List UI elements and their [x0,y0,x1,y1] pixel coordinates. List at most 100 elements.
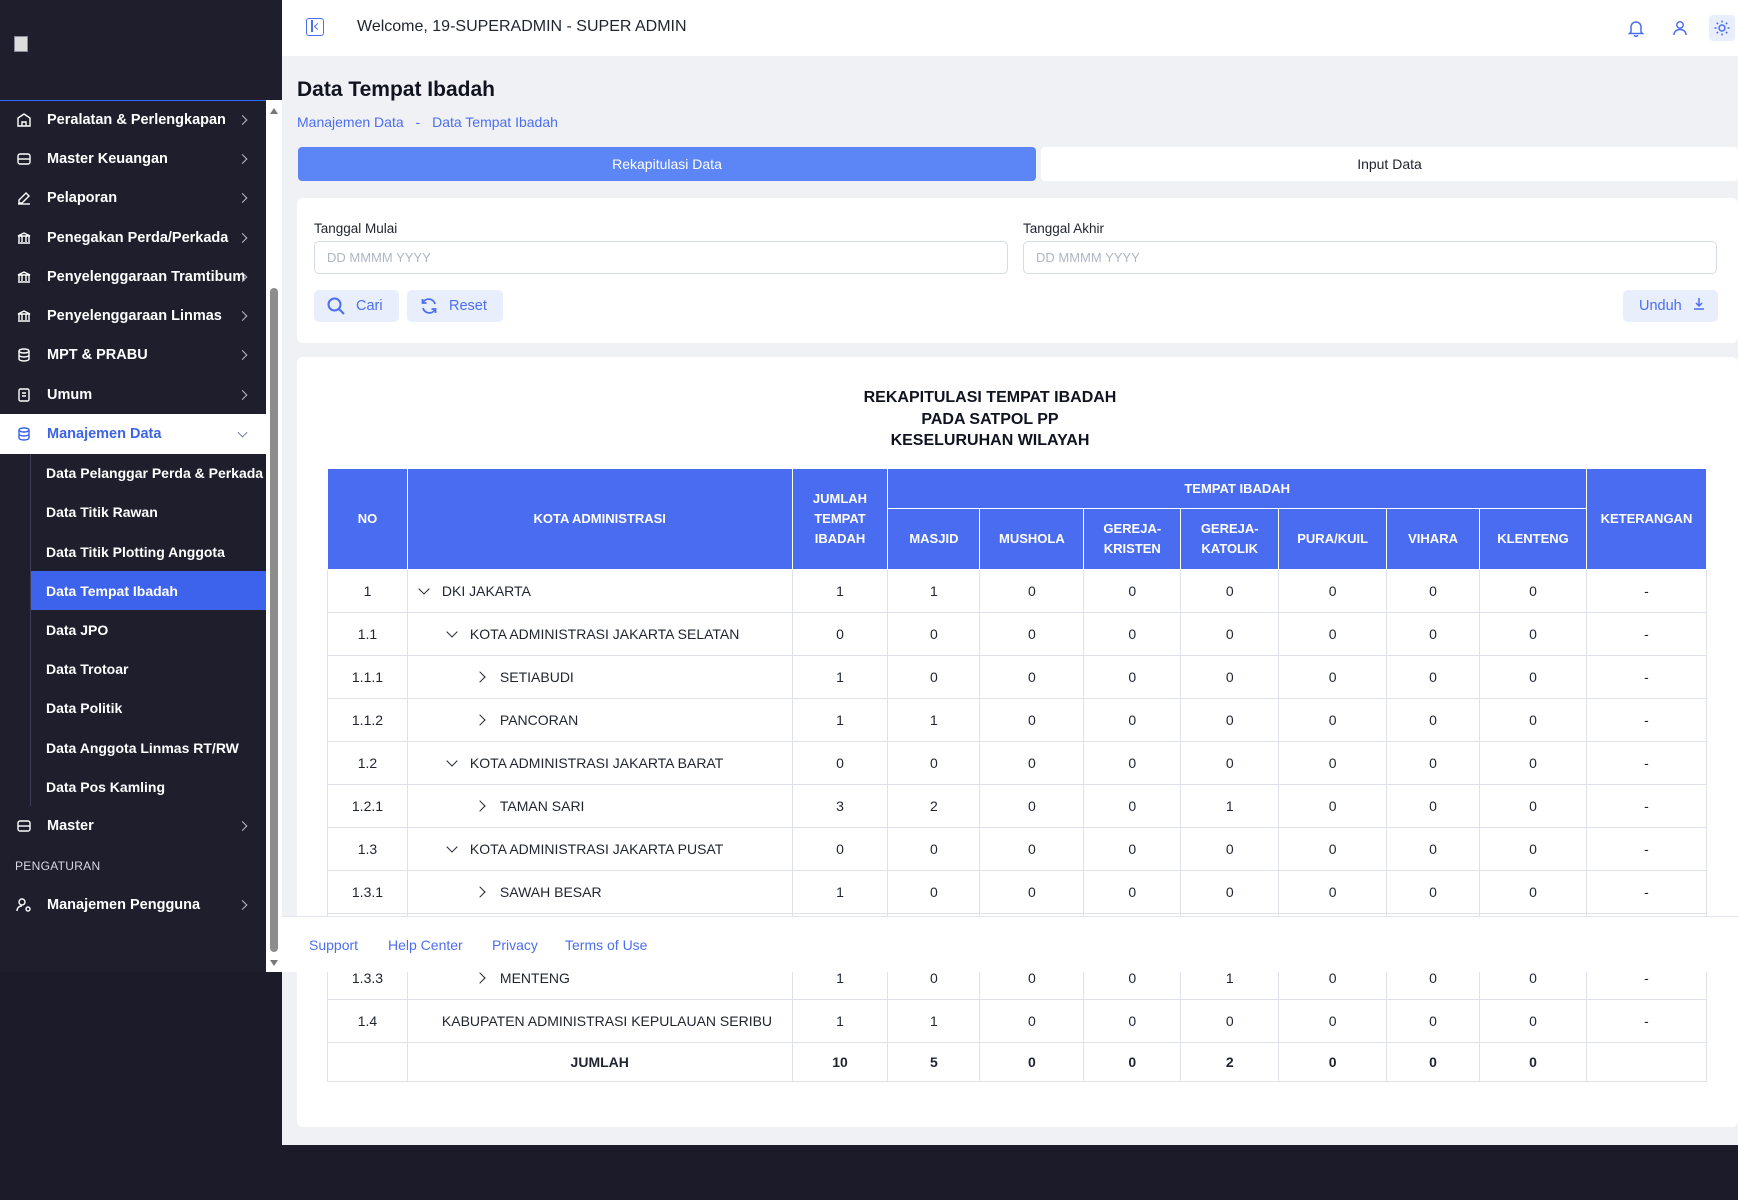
sidebar-item-label: Pelaporan [47,190,118,207]
scroll-down-arrow-icon[interactable] [270,960,278,966]
footer-link-support[interactable]: Support [309,937,358,953]
col-header-klenteng: KLENTENG [1479,508,1587,570]
tab-input-data[interactable]: Input Data [1041,147,1738,181]
sidebar-item-label: Master [47,818,94,834]
submenu-item[interactable]: Data Pelanggar Perda & Perkada [0,454,266,493]
chevron-right-icon[interactable] [474,886,486,898]
search-button[interactable]: Cari [314,290,399,322]
footer-link-terms[interactable]: Terms of Use [565,937,647,953]
submenu-item[interactable]: Data Titik Rawan [0,493,266,532]
chevron-right-icon[interactable] [474,714,486,726]
cell-kota: DKI JAKARTA [406,569,793,613]
cell-katolik: 0 [1180,698,1280,742]
cell-kota: KOTA ADMINISTRASI JAKARTA PUSAT [406,827,793,871]
chevron-right-icon [237,311,248,322]
building-icon [16,112,32,128]
scroll-thumb[interactable] [270,288,278,952]
cell-kota: PANCORAN [406,698,793,742]
cell-vihara: 0 [1386,612,1481,656]
download-icon [1692,297,1706,315]
submenu-item[interactable]: Data Titik Plotting Anggota [0,532,266,571]
header-line: GEREJA- [1200,521,1259,536]
chevron-down-icon[interactable] [446,626,458,638]
cell-katolik: 0 [1180,999,1280,1043]
chevron-down-icon[interactable] [418,583,430,595]
sidebar-item-label: Peralatan & Perlengkapan [47,111,226,128]
end-date-input[interactable]: DD MMMM YYYY [1023,241,1717,274]
cell-vihara: 0 [1386,999,1481,1043]
sidebar-item-master[interactable]: Master [0,806,266,845]
cell-no [327,1042,408,1082]
sidebar-item-tramtibum[interactable]: Penyelenggaraan Tramtibum [0,257,266,296]
chevron-right-icon[interactable] [474,972,486,984]
chevron-right-icon[interactable] [474,800,486,812]
app-logo[interactable] [14,36,124,58]
sidebar-item-peralatan[interactable]: Peralatan & Perlengkapan [0,100,266,139]
sidebar-section-label: PENGATURAN [15,858,101,873]
cell-klenteng: 0 [1479,784,1587,828]
cell-vihara: 0 [1386,784,1481,828]
submenu-item[interactable]: Data JPO [0,610,266,649]
sidebar-item-label: Master Keuangan [47,150,168,167]
search-icon [326,296,346,316]
start-date-input[interactable]: DD MMMM YYYY [314,241,1008,274]
total-label: JUMLAH [406,1042,793,1082]
breadcrumb-item[interactable]: Manajemen Data [297,114,404,130]
sidebar-collapse-icon[interactable] [306,18,324,36]
chevron-down-icon[interactable] [446,755,458,767]
bell-icon[interactable] [1625,17,1647,39]
scroll-up-arrow-icon[interactable] [270,108,278,114]
tab-rekapitulasi[interactable]: Rekapitulasi Data [298,147,1036,181]
submenu-item[interactable]: Data Politik [0,689,266,728]
cell-jumlah: 3 [791,784,889,828]
cell-kota: KOTA ADMINISTRASI JAKARTA SELATAN [406,612,793,656]
breadcrumb-separator: - [415,114,421,130]
sidebar-item-manajemen-pengguna[interactable]: Manajemen Pengguna [0,886,266,925]
download-button[interactable]: Unduh [1623,290,1718,322]
submenu-item[interactable]: Data Anggota Linmas RT/RW [0,728,266,767]
cell-klenteng: 0 [1479,827,1587,871]
header-line: JUMLAH [812,491,868,506]
total-masjid: 5 [887,1042,981,1082]
report-card: REKAPITULASI TEMPAT IBADAH PADA SATPOL P… [297,357,1738,1127]
chevron-right-icon[interactable] [474,671,486,683]
cell-mushola: 0 [979,999,1085,1043]
sidebar-item-umum[interactable]: Umum [0,375,266,414]
reset-button[interactable]: Reset [407,290,503,322]
breadcrumb-item[interactable]: Data Tempat Ibadah [432,114,558,130]
cell-vihara: 0 [1386,698,1481,742]
total-klenteng: 0 [1479,1042,1587,1082]
main-content: Welcome, 19-SUPERADMIN - SUPER ADMIN Dat… [282,0,1738,1145]
sidebar-item-pelaporan[interactable]: Pelaporan [0,179,266,218]
cell-ket: - [1585,870,1708,914]
user-icon[interactable] [1669,17,1691,39]
cell-ket: - [1585,741,1708,785]
cell-pura: 0 [1278,655,1388,699]
sidebar-item-mpt-prabu[interactable]: MPT & PRABU [0,336,266,375]
cell-no: 1.1 [327,612,408,656]
sidebar-item-penegakan[interactable]: Penegakan Perda/Perkada [0,218,266,257]
sidebar-scrollbar[interactable] [266,100,282,972]
cell-kristen: 0 [1083,827,1182,871]
chevron-right-icon [237,114,248,125]
cell-pura: 0 [1278,784,1388,828]
chevron-down-icon[interactable] [446,841,458,853]
submenu-item[interactable]: Data Trotoar [0,650,266,689]
submenu-item-active[interactable]: Data Tempat Ibadah [31,571,266,611]
sun-icon[interactable] [1709,15,1735,41]
submenu-manajemen-data: Data Pelanggar Perda & Perkada Data Titi… [0,453,266,807]
submenu-item[interactable]: Data Pos Kamling [0,767,266,806]
cell-no: 1.3 [327,827,408,871]
chevron-right-icon [237,153,248,164]
cell-kristen: 0 [1083,784,1182,828]
footer-link-privacy[interactable]: Privacy [492,937,538,953]
sidebar-item-master-keuangan[interactable]: Master Keuangan [0,139,266,178]
sidebar-item-manajemen-data[interactable]: Manajemen Data [0,414,266,454]
sidebar-item-linmas[interactable]: Penyelenggaraan Linmas [0,296,266,335]
report-title: REKAPITULASI TEMPAT IBADAH PADA SATPOL P… [297,387,1683,452]
cell-masjid: 0 [887,655,981,699]
edit-icon [16,190,32,206]
cell-pura: 0 [1278,612,1388,656]
cell-no: 1.2.1 [327,784,408,828]
footer-link-help-center[interactable]: Help Center [388,937,463,953]
